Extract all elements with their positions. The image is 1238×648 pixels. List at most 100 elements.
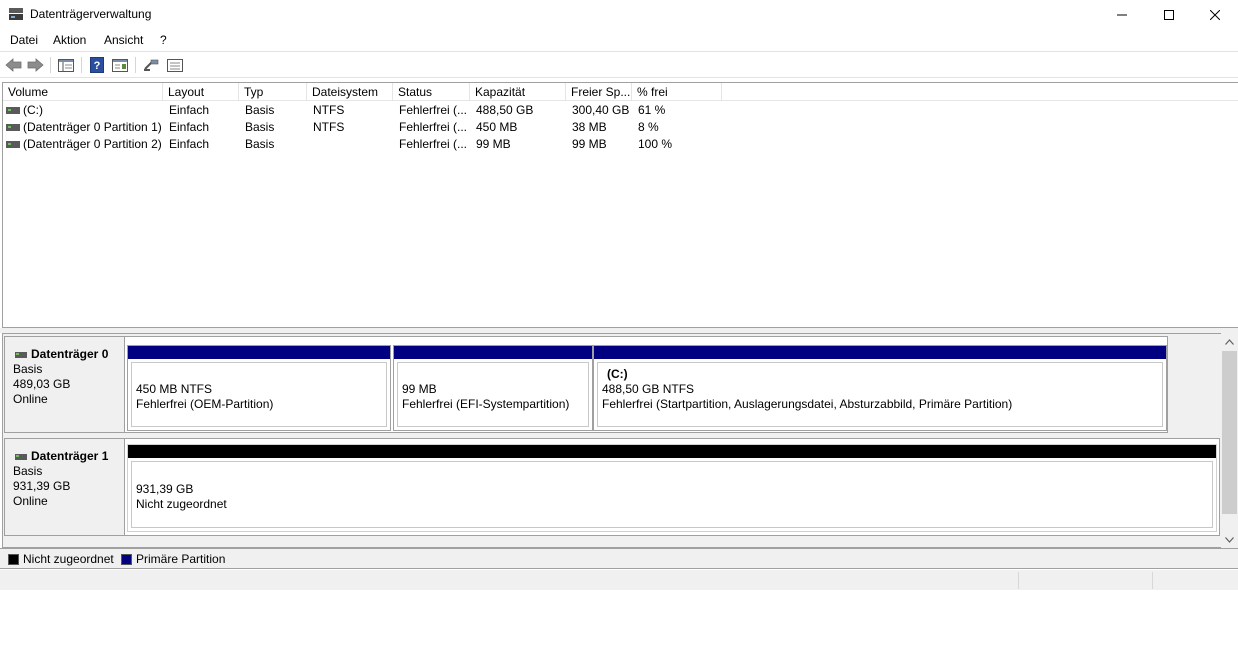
partition-details: 99 MB Fehlerfrei (EFI-Systempartition)	[397, 362, 589, 427]
table-row[interactable]: (Datenträger 0 Partition 2) Einfach Basi…	[3, 136, 1238, 153]
partition-color-bar	[394, 346, 592, 359]
toolbar-separator	[81, 57, 82, 73]
disk-0-partitions: 450 MB NTFS Fehlerfrei (OEM-Partition) 9…	[125, 336, 1168, 433]
column-header-typ[interactable]: Typ	[239, 83, 307, 101]
disk-1-name-row: Datenträger 1	[13, 449, 124, 464]
cell-volume: (Datenträger 0 Partition 1)	[23, 120, 162, 134]
close-button[interactable]	[1192, 0, 1238, 29]
cell-freier-speicher: 38 MB	[572, 120, 607, 134]
partition-size-fs: 450 MB NTFS	[136, 382, 213, 396]
partition-oem[interactable]: 450 MB NTFS Fehlerfrei (OEM-Partition)	[127, 345, 391, 431]
status-pane	[1152, 572, 1238, 589]
table-row[interactable]: (C:) Einfach Basis NTFS Fehlerfrei (... …	[3, 102, 1238, 119]
volume-icon	[6, 107, 20, 114]
cell-layout: Einfach	[169, 137, 210, 151]
cell-kapazitaet: 99 MB	[476, 137, 511, 151]
disk-1-partitions: 931,39 GB Nicht zugeordnet	[125, 438, 1220, 536]
menu-bar: Datei Aktion Ansicht ?	[0, 29, 1238, 51]
toolbar-separator	[135, 57, 136, 73]
cell-status: Fehlerfrei (...	[399, 103, 468, 117]
forward-button[interactable]	[25, 56, 45, 74]
list-view-button[interactable]	[165, 56, 185, 74]
back-arrow-icon	[4, 58, 21, 72]
partition-unallocated[interactable]: 931,39 GB Nicht zugeordnet	[127, 444, 1217, 532]
column-header-dateisystem[interactable]: Dateisystem	[307, 83, 393, 101]
menu-aktion[interactable]: Aktion	[53, 33, 86, 47]
status-pane	[1018, 572, 1152, 589]
partition-efi[interactable]: 99 MB Fehlerfrei (EFI-Systempartition)	[393, 345, 593, 431]
legend-swatch	[8, 553, 19, 565]
maximize-button[interactable]	[1146, 0, 1192, 29]
scroll-down-button[interactable]	[1221, 531, 1238, 548]
legend-item-primary: Primäre Partition	[121, 552, 225, 566]
partition-status: Fehlerfrei (EFI-Systempartition)	[402, 397, 570, 411]
column-header-freier-speicher[interactable]: Freier Sp...	[566, 83, 632, 101]
disk-1-type: Basis	[13, 464, 43, 478]
disk-0-size: 489,03 GB	[13, 377, 71, 391]
scroll-up-button[interactable]	[1221, 333, 1238, 350]
console-tree-icon	[58, 58, 74, 72]
cell-layout: Einfach	[169, 103, 210, 117]
disk-icon	[15, 351, 27, 358]
disk-1-size: 931,39 GB	[13, 479, 71, 493]
svg-text:?: ?	[94, 60, 101, 72]
minimize-button[interactable]	[1099, 0, 1145, 29]
legend-swatch	[121, 553, 132, 565]
legend-label: Primäre Partition	[136, 552, 226, 566]
cell-status: Fehlerfrei (...	[399, 120, 468, 134]
column-header-status[interactable]: Status	[393, 83, 470, 101]
menu-ansicht[interactable]: Ansicht	[104, 33, 143, 47]
partition-status: Fehlerfrei (Startpartition, Auslagerungs…	[602, 397, 1013, 411]
menu-datei[interactable]: Datei	[10, 33, 38, 47]
table-row[interactable]: (Datenträger 0 Partition 1) Einfach Basi…	[3, 119, 1238, 136]
cell-prozent-frei: 8 %	[638, 120, 659, 134]
maximize-icon	[1164, 9, 1174, 20]
scroll-thumb[interactable]	[1222, 351, 1237, 514]
cell-kapazitaet: 450 MB	[476, 120, 518, 134]
cell-volume: (Datenträger 0 Partition 2)	[23, 137, 162, 151]
disk-0-label[interactable]: Datenträger 0 Basis 489,03 GB Online	[4, 336, 125, 433]
partition-c[interactable]: (C:) 488,50 GB NTFS Fehlerfrei (Startpar…	[593, 345, 1167, 431]
partition-color-bar	[128, 346, 390, 359]
column-header-prozent-frei[interactable]: % frei	[632, 83, 722, 101]
window-title: Datenträgerverwaltung	[30, 7, 152, 21]
volume-list: Volume Layout Typ Dateisystem Status Kap…	[2, 82, 1238, 328]
chevron-down-icon	[1225, 536, 1234, 543]
cell-status: Fehlerfrei (...	[399, 137, 468, 151]
vertical-scrollbar[interactable]	[1221, 333, 1238, 548]
partition-details: (C:) 488,50 GB NTFS Fehlerfrei (Startpar…	[597, 362, 1163, 427]
column-header-volume[interactable]: Volume	[3, 83, 163, 101]
console-tree-button[interactable]	[56, 56, 76, 74]
list-view-icon	[167, 58, 183, 72]
legend-label: Nicht zugeordnet	[23, 552, 114, 566]
connect-icon	[144, 59, 159, 71]
cell-freier-speicher: 300,40 GB	[572, 103, 630, 117]
column-header-layout[interactable]: Layout	[163, 83, 239, 101]
cell-typ: Basis	[245, 137, 275, 151]
disk-1-label[interactable]: Datenträger 1 Basis 931,39 GB Online	[4, 438, 125, 536]
disk-management-app-icon	[9, 8, 23, 20]
properties-icon	[112, 58, 128, 72]
partition-status: Nicht zugeordnet	[136, 497, 227, 511]
partition-color-bar	[128, 445, 1216, 458]
volume-icon	[6, 124, 20, 131]
help-button[interactable]: ?	[87, 56, 107, 74]
disk-0-type: Basis	[13, 362, 43, 376]
toolbar-separator	[50, 57, 51, 73]
disk-graphical-view: Datenträger 0 Basis 489,03 GB Online 450…	[2, 333, 1238, 548]
disk-0-name-row: Datenträger 0	[13, 347, 124, 362]
toolbar: ?	[0, 51, 1238, 78]
cell-dateisystem: NTFS	[313, 120, 345, 134]
disk-icon	[15, 453, 27, 460]
connect-button[interactable]	[141, 56, 161, 74]
status-bar	[0, 570, 1238, 590]
menu-help[interactable]: ?	[160, 33, 167, 47]
close-icon	[1210, 9, 1220, 20]
partition-status: Fehlerfrei (OEM-Partition)	[136, 397, 274, 411]
forward-arrow-icon	[27, 58, 44, 72]
cell-prozent-frei: 61 %	[638, 103, 666, 117]
chevron-up-icon	[1225, 338, 1234, 345]
properties-button[interactable]	[110, 56, 130, 74]
back-button[interactable]	[3, 56, 23, 74]
column-header-kapazitaet[interactable]: Kapazität	[470, 83, 566, 101]
